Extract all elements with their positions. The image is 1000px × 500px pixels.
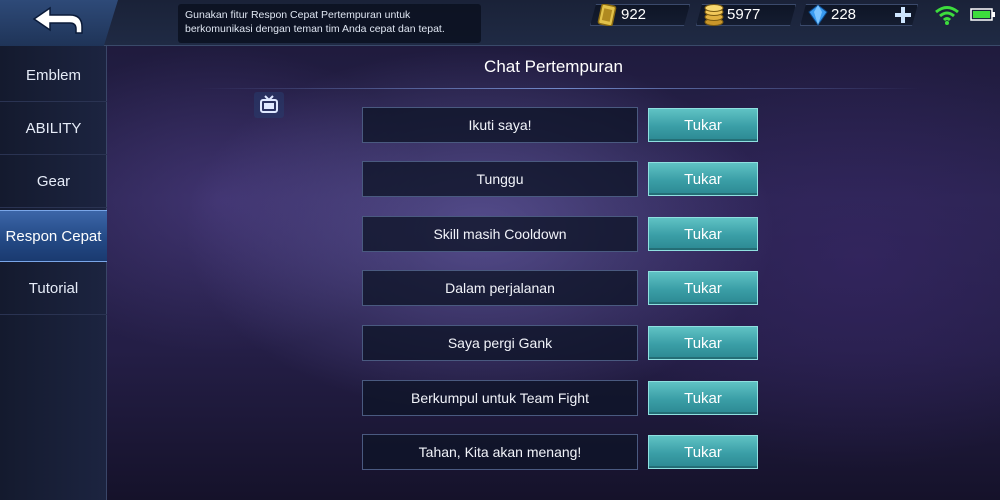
swap-button-2[interactable]: Tukar — [648, 162, 758, 196]
chat-message-text: Berkumpul untuk Team Fight — [411, 390, 589, 406]
chat-message-text: Tunggu — [476, 171, 524, 187]
chat-message-text: Dalam perjalanan — [445, 280, 555, 296]
swap-button-label: Tukar — [684, 170, 722, 188]
swap-button-label: Tukar — [684, 389, 722, 407]
chat-message-2: Tunggu — [362, 161, 638, 197]
page-title: Chat Pertempuran — [484, 57, 623, 76]
coin-count: 5977 — [727, 6, 761, 23]
sidebar-item-label: Respon Cepat — [5, 227, 102, 245]
chat-message-7: Tahan, Kita akan menang! — [362, 434, 638, 470]
sidebar-item-label: ABILITY — [25, 120, 82, 137]
chat-message-1: Ikuti saya! — [362, 107, 638, 143]
chat-message-5: Saya pergi Gank — [362, 325, 638, 361]
chat-message-3: Skill masih Cooldown — [362, 216, 638, 252]
swap-button-3[interactable]: Tukar — [648, 217, 758, 251]
ticket-count: 922 — [621, 6, 647, 23]
sidebar-item-emblem[interactable]: Emblem — [0, 50, 107, 102]
coin-counter: 5977 — [696, 4, 796, 26]
swap-button-1[interactable]: Tukar — [648, 108, 758, 142]
wifi-icon — [934, 4, 960, 31]
sidebar-item-respon-cepat[interactable]: Respon Cepat — [0, 210, 107, 262]
ticket-icon — [597, 3, 617, 33]
diamond-icon — [807, 3, 829, 33]
swap-button-6[interactable]: Tukar — [648, 381, 758, 415]
sidebar-item-ability[interactable]: ABILITY — [0, 103, 107, 155]
back-button[interactable] — [0, 0, 118, 46]
swap-button-7[interactable]: Tukar — [648, 435, 758, 469]
swap-button-label: Tukar — [684, 334, 722, 352]
back-arrow-icon — [32, 6, 83, 34]
sidebar-item-gear[interactable]: Gear — [0, 156, 107, 208]
coin-stack-icon — [703, 3, 725, 33]
swap-button-label: Tukar — [684, 443, 722, 461]
top-bar: Gunakan fitur Respon Cepat Pertempuran u… — [0, 0, 1000, 46]
swap-button-4[interactable]: Tukar — [648, 271, 758, 305]
tip-text: Gunakan fitur Respon Cepat Pertempuran u… — [178, 4, 481, 43]
swap-button-label: Tukar — [684, 225, 722, 243]
chat-message-text: Skill masih Cooldown — [433, 226, 567, 242]
title-divider — [200, 88, 920, 89]
chat-message-6: Berkumpul untuk Team Fight — [362, 380, 638, 416]
add-diamond-button[interactable] — [893, 6, 913, 24]
chat-message-text: Ikuti saya! — [468, 117, 532, 133]
swap-button-label: Tukar — [684, 279, 722, 297]
swap-button-label: Tukar — [684, 116, 722, 134]
ticket-counter: 922 — [590, 4, 690, 26]
sidebar-item-tutorial[interactable]: Tutorial — [0, 263, 107, 315]
chat-message-text: Tahan, Kita akan menang! — [418, 444, 582, 460]
swap-button-5[interactable]: Tukar — [648, 326, 758, 360]
sidebar: Emblem ABILITY Gear Respon Cepat Tutoria… — [0, 46, 107, 500]
diamond-count: 228 — [831, 6, 857, 23]
chat-message-4: Dalam perjalanan — [362, 270, 638, 306]
tv-icon[interactable] — [254, 92, 284, 118]
sidebar-item-label: Gear — [36, 173, 71, 190]
sidebar-item-label: Emblem — [25, 67, 81, 84]
chat-message-text: Saya pergi Gank — [447, 335, 553, 351]
sidebar-item-label: Tutorial — [28, 280, 79, 297]
battery-icon — [970, 8, 996, 26]
plus-icon — [895, 7, 911, 23]
